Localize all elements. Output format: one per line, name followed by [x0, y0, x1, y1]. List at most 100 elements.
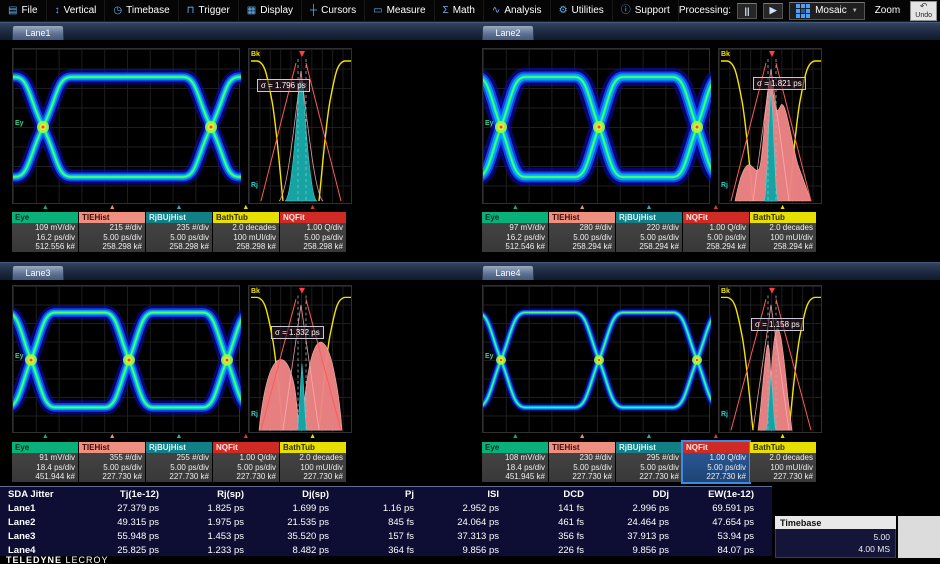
trace-markers-lane3 [12, 433, 346, 441]
menu-display[interactable]: ▦Display [239, 0, 302, 21]
tiehist-marker-icon [79, 204, 146, 212]
descriptor-bathtub[interactable]: BathTub 2.0 decades 100 mUI/div 258.294 … [750, 212, 816, 252]
cell: 1.453 ps [175, 531, 260, 542]
descriptor-title: RjBUjHist [146, 212, 212, 223]
menu-utilities[interactable]: ⚙ Utilities [551, 0, 613, 21]
pause-button[interactable]: || [737, 3, 757, 19]
zoom-button[interactable]: Zoom [871, 5, 905, 16]
descriptor-title: BathTub [280, 442, 346, 453]
descriptor-line: 255 #/div [146, 453, 212, 463]
undo-label: Undo [915, 12, 932, 20]
cell: 47.654 ps [685, 517, 770, 528]
descriptor-nqfit[interactable]: NQFit 1.00 Q/div 5.00 ps/div 227.730 k# [213, 442, 279, 482]
descriptor-line: 230 #/div [549, 453, 615, 463]
descriptor-bathtub[interactable]: BathTub 2.0 decades 100 mUI/div 258.298 … [213, 212, 279, 252]
cell: 49.315 ps [90, 517, 175, 528]
menu-utilities-label: Utilities [572, 5, 604, 16]
descriptor-line: 97 mV/div [482, 223, 548, 233]
rjbujhist-marker-icon [616, 204, 683, 212]
nqfit-marker-icon [279, 204, 346, 212]
eye-marker-icon [482, 204, 549, 212]
cell: 226 fs [515, 545, 600, 556]
descriptor-bathtub[interactable]: BathTub 2.0 decades 100 mUI/div 227.730 … [750, 442, 816, 482]
descriptor-line: 220 #/div [616, 223, 682, 233]
rj-trace-label: Rj [251, 182, 258, 189]
col-tj: Tj(1e-12) [90, 489, 175, 500]
descriptor-line: 235 #/div [146, 223, 212, 233]
analysis-icon: ∿ [492, 6, 500, 16]
descriptors-lane1: Eye 109 mV/div 16.2 ps/div 512.556 k# TI… [12, 212, 346, 252]
eye-marker-icon [12, 433, 79, 441]
side-panel-edge [898, 516, 940, 558]
tiehist-marker-icon [549, 433, 616, 441]
descriptor-tiehist[interactable]: TIEHist 215 #/div 5.00 ps/div 258.298 k# [79, 212, 145, 252]
descriptor-bathtub[interactable]: BathTub 2.0 decades 100 mUI/div 227.730 … [280, 442, 346, 482]
descriptor-nqfit[interactable]: NQFit 1.00 Q/div 5.00 ps/div 258.294 k# [683, 212, 749, 252]
menu-file[interactable]: ▤File [0, 0, 47, 21]
rj-trace-label: Rj [251, 411, 258, 418]
jitter-histogram-lane4: Bk Rj σ = 1.158 ps [718, 285, 822, 433]
descriptor-title: RjBUjHist [146, 442, 212, 453]
menu-vertical[interactable]: ↕Vertical [47, 0, 106, 21]
histogram-plot-lane4 [719, 286, 823, 434]
menu-analysis[interactable]: ∿ Analysis [484, 0, 551, 21]
descriptors-lane2: Eye 97 mV/div 16.2 ps/div 512.546 k# TIE… [482, 212, 816, 252]
eye-marker-icon [482, 433, 549, 441]
descriptor-line: 2.0 decades [213, 223, 279, 233]
sigma-annotation: σ = 1.158 ps [751, 318, 804, 331]
menu-cursors-label: Cursors [321, 5, 356, 16]
descriptor-line: 258.294 k# [683, 242, 749, 252]
descriptor-eye[interactable]: Eye 109 mV/div 16.2 ps/div 512.556 k# [12, 212, 78, 252]
timebase-line2: 4.00 MS [781, 543, 890, 555]
descriptor-line: 100 mUI/div [750, 463, 816, 473]
rj-trace-label: Rj [721, 411, 728, 418]
cell: 37.913 ps [600, 531, 685, 542]
descriptor-rjbujhist[interactable]: RjBUjHist 295 #/div 5.00 ps/div 227.730 … [616, 442, 682, 482]
col-ddj: DDj [600, 489, 685, 500]
descriptor-line: 227.730 k# [79, 472, 145, 482]
menu-support[interactable]: ⓘSupport [613, 0, 679, 21]
menu-cursors[interactable]: ┼Cursors [302, 0, 365, 21]
descriptor-rjbujhist[interactable]: RjBUjHist 235 #/div 5.00 ps/div 258.298 … [146, 212, 212, 252]
menu-support-label: Support [635, 5, 670, 16]
descriptor-eye[interactable]: Eye 91 mV/div 18.4 ps/div 451.944 k# [12, 442, 78, 482]
menu-trigger[interactable]: ⊓Trigger [179, 0, 239, 21]
table-title: SDA Jitter [0, 489, 90, 500]
descriptor-line: 5.00 ps/div [213, 463, 279, 473]
menu-measure[interactable]: ▭Measure [365, 0, 434, 21]
descriptor-line: 5.00 ps/div [549, 233, 615, 243]
file-icon: ▤ [8, 6, 17, 16]
timebase-descriptor[interactable]: Timebase 5.00 4.00 MS [775, 516, 896, 558]
undo-button[interactable]: Undo [910, 1, 937, 21]
descriptor-rjbujhist[interactable]: RjBUjHist 220 #/div 5.00 ps/div 258.294 … [616, 212, 682, 252]
menu-math[interactable]: ΣMath [435, 0, 484, 21]
descriptor-eye[interactable]: Eye 108 mV/div 18.4 ps/div 451.945 k# [482, 442, 548, 482]
descriptor-eye[interactable]: Eye 97 mV/div 16.2 ps/div 512.546 k# [482, 212, 548, 252]
descriptor-tiehist[interactable]: TIEHist 230 #/div 5.00 ps/div 227.730 k# [549, 442, 615, 482]
descriptor-rjbujhist[interactable]: RjBUjHist 255 #/div 5.00 ps/div 227.730 … [146, 442, 212, 482]
descriptor-nqfit-selected[interactable]: NQFit 1.00 Q/div 5.00 ps/div 227.730 k# [683, 442, 749, 482]
descriptor-nqfit[interactable]: NQFit 1.00 Q/div 5.00 ps/div 258.298 k# [280, 212, 346, 252]
cell: 25.825 ps [90, 545, 175, 556]
cell: 9.856 ps [430, 545, 515, 556]
tab-lane3[interactable]: Lane3 [12, 265, 64, 280]
descriptor-line: 258.294 k# [750, 242, 816, 252]
cell: 24.464 ps [600, 517, 685, 528]
descriptor-tiehist[interactable]: TIEHist 280 #/div 5.00 ps/div 258.294 k# [549, 212, 615, 252]
descriptor-line: 258.298 k# [213, 242, 279, 252]
descriptor-line: 2.0 decades [750, 453, 816, 463]
utilities-icon: ⚙ [559, 6, 568, 16]
row-label-lane1: Lane1 [0, 503, 90, 514]
menu-analysis-label: Analysis [504, 5, 541, 16]
tab-lane2[interactable]: Lane2 [482, 25, 534, 40]
descriptor-tiehist[interactable]: TIEHist 355 #/div 5.00 ps/div 227.730 k# [79, 442, 145, 482]
descriptor-line: 5.00 ps/div [79, 233, 145, 243]
tab-lane4[interactable]: Lane4 [482, 265, 534, 280]
mosaic-dropdown[interactable]: Mosaic [789, 2, 865, 20]
tab-lane1[interactable]: Lane1 [12, 25, 64, 40]
play-button[interactable]: ▶ [763, 3, 783, 19]
descriptor-line: 1.00 Q/div [683, 223, 749, 233]
menu-vertical-label: Vertical [64, 5, 97, 16]
menu-timebase[interactable]: ◷Timebase [105, 0, 178, 21]
descriptor-line: 2.0 decades [750, 223, 816, 233]
